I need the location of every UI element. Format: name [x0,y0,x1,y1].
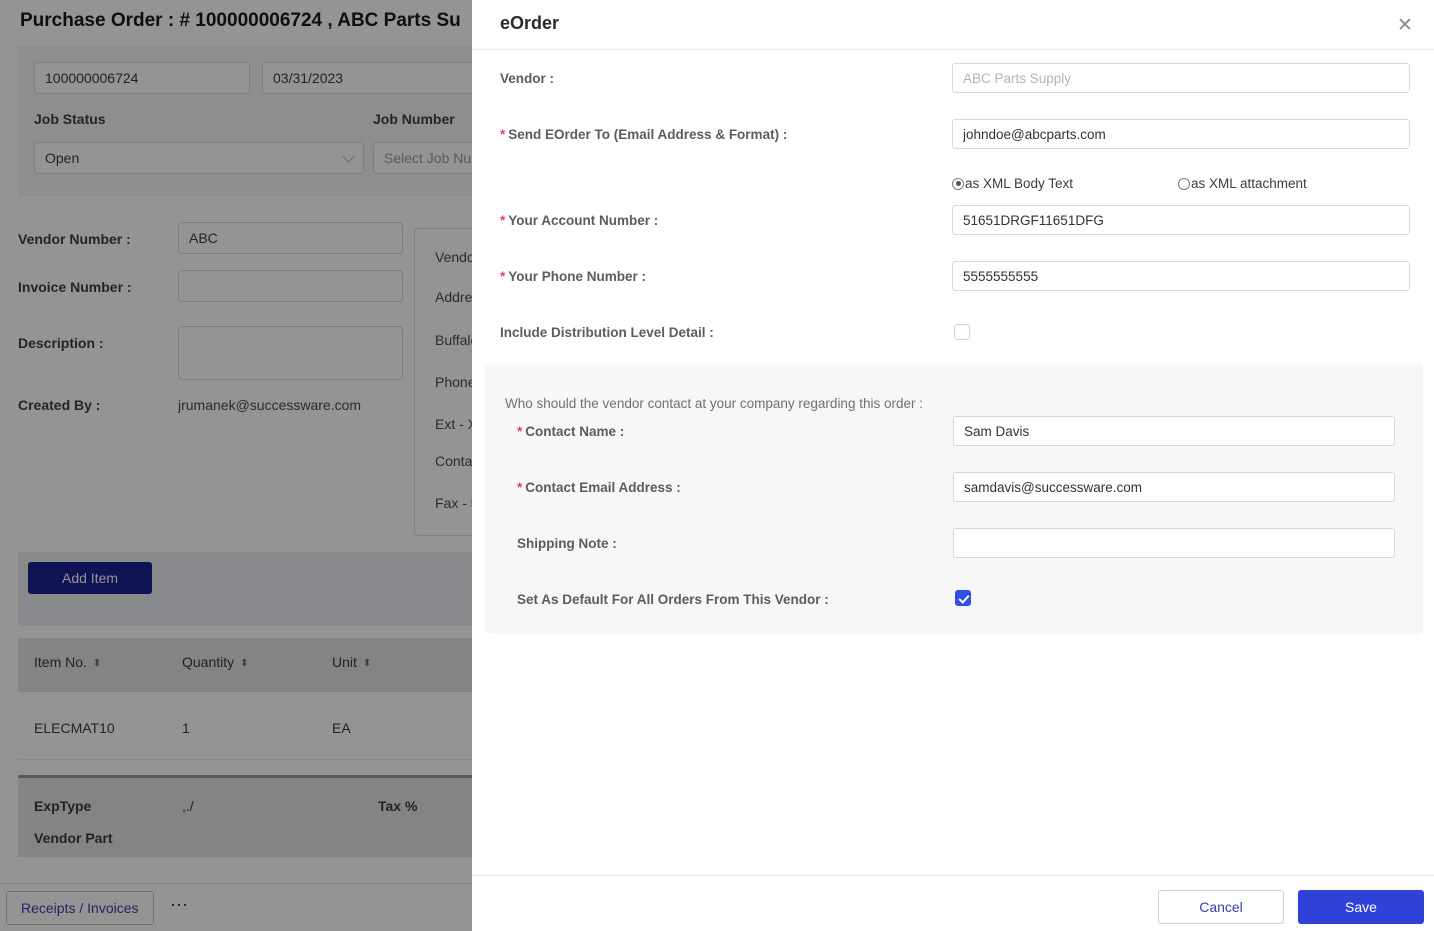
page-root: Purchase Order : # 100000006724 , ABC Pa… [0,0,1434,931]
radio-unselected-icon[interactable] [1178,177,1190,190]
shipping-note-label: Shipping Note : [517,536,617,551]
radio-selected-icon[interactable] [952,177,964,190]
contact-name-label-text: Contact Name : [525,424,625,439]
modal-body: Vendor : *Send EOrder To (Email Address … [472,50,1434,875]
send-eorder-label-text: Send EOrder To (Email Address & Format) … [508,127,788,142]
set-default-label: Set As Default For All Orders From This … [517,592,829,607]
vendor-label-text: Vendor : [500,71,555,86]
close-icon[interactable]: ✕ [1392,13,1418,39]
required-asterisk: * [500,127,506,142]
contact-name-input[interactable] [953,416,1395,446]
phone-number-input[interactable] [952,261,1410,291]
cancel-button[interactable]: Cancel [1158,890,1284,924]
contact-name-label: * Contact Name : [517,424,624,439]
required-asterisk: * [500,269,506,284]
radio-as-xml-body-text[interactable]: as XML Body Text [952,176,1073,191]
account-number-label-text: Your Account Number : [508,213,659,228]
include-distribution-checkbox[interactable] [954,324,970,340]
radio-as-xml-attachment[interactable]: as XML attachment [1178,176,1307,191]
shipping-note-input[interactable] [953,528,1395,558]
vendor-input[interactable] [952,63,1410,93]
include-distribution-label-text: Include Distribution Level Detail : [500,325,714,340]
radio-label: as XML Body Text [965,176,1074,191]
required-asterisk: * [517,480,523,495]
contact-email-input[interactable] [953,472,1395,502]
shipping-note-label-text: Shipping Note : [517,536,617,551]
account-number-input[interactable] [952,205,1410,235]
required-asterisk: * [517,424,523,439]
phone-number-label: * Your Phone Number : [500,269,646,284]
modal-title: eOrder [500,13,560,33]
account-number-label: * Your Account Number : [500,213,658,228]
vendor-label: Vendor : [500,71,554,86]
send-eorder-label: * Send EOrder To (Email Address & Format)… [500,127,787,142]
set-default-label-text: Set As Default For All Orders From This … [517,592,829,607]
contact-email-label-text: Contact Email Address : [525,480,681,495]
contact-email-label: * Contact Email Address : [517,480,681,495]
include-distribution-label: Include Distribution Level Detail : [500,325,714,340]
radio-label: as XML attachment [1191,176,1307,191]
save-button[interactable]: Save [1298,890,1424,924]
eorder-modal: eOrder ✕ Vendor : *Send EOrder To (Email… [472,0,1434,931]
modal-footer: Cancel Save [472,875,1434,931]
contact-panel-note: Who should the vendor contact at your co… [505,396,923,411]
modal-header: eOrder ✕ [472,0,1434,50]
required-asterisk: * [500,213,506,228]
format-radio-group: as XML Body Text as XML attachment [952,176,1422,196]
set-default-checkbox[interactable] [955,590,971,606]
phone-number-label-text: Your Phone Number : [508,269,647,284]
contact-panel: Who should the vendor contact at your co… [485,364,1423,634]
send-eorder-input[interactable] [952,119,1410,149]
